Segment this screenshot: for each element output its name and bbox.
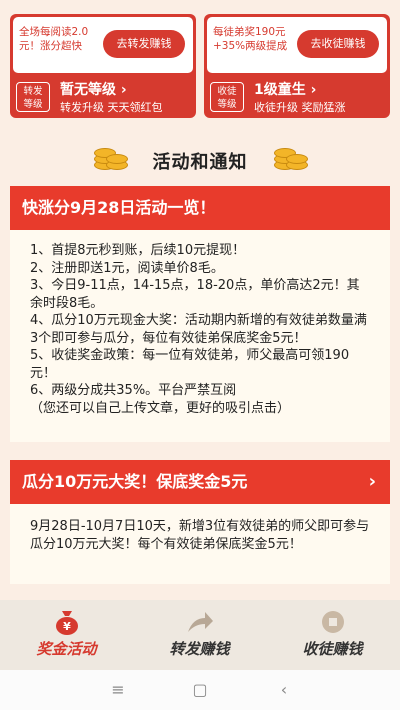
activity-line: 1、首提8元秒到账，后续10元提现！ bbox=[30, 243, 246, 258]
activity-line: 5、收徒奖金政策：每一位有效徒弟，师父最高可领190元！ bbox=[30, 348, 350, 381]
section-heading: 活动和通知 bbox=[0, 140, 400, 176]
tab-label: 奖金活动 bbox=[36, 640, 97, 658]
activity-line: 4、瓜分10万元现金大奖：活动期内新增的有效徒弟数量满3个即可参与瓜分，每位有效… bbox=[30, 313, 367, 346]
go-share-button[interactable]: 去转发赚钱 bbox=[103, 30, 185, 58]
activity-line: 6、两级分成共35%。平台严禁互阅 bbox=[30, 383, 237, 398]
tab-bonus-activity[interactable]: ¥ 奖金活动 bbox=[0, 600, 133, 670]
prize-header[interactable]: 瓜分10万元大奖！保底奖金5元 › bbox=[10, 460, 390, 504]
money-bag-icon: ¥ bbox=[52, 608, 82, 636]
recruit-level-badge: 收徒 等级 bbox=[210, 82, 244, 112]
recruit-level-subtitle: 收徒升级 奖励猛涨 bbox=[254, 101, 346, 114]
system-nav-bar: ≡ ▢ ‹ bbox=[0, 670, 400, 710]
recruit-promo-inner: 每徒弟奖190元+35%两级提成 去收徒赚钱 bbox=[207, 17, 387, 73]
share-level-badge: 转发 等级 bbox=[16, 82, 50, 112]
back-icon[interactable]: ‹ bbox=[274, 680, 294, 700]
share-level-title[interactable]: 暂无等级 › bbox=[60, 79, 127, 99]
share-promo-card[interactable]: 全场每阅读2.0元！涨分超快 去转发赚钱 转发 等级 暂无等级 › 转发升级 天… bbox=[10, 14, 196, 118]
recruit-badge-label: 收徒 等级 bbox=[217, 86, 237, 110]
tab-recruit-earn[interactable]: 收徒赚钱 bbox=[266, 600, 399, 670]
activity-card: 快涨分9月28日活动一览！ 1、首提8元秒到账，后续10元提现！ 2、注册即送1… bbox=[10, 186, 390, 442]
menu-icon[interactable]: ≡ bbox=[108, 680, 128, 700]
recruit-promo-text: 每徒弟奖190元+35%两级提成 bbox=[213, 26, 288, 52]
tab-share-earn[interactable]: 转发赚钱 bbox=[133, 600, 266, 670]
promo-cards-row: 全场每阅读2.0元！涨分超快 去转发赚钱 转发 等级 暂无等级 › 转发升级 天… bbox=[0, 0, 400, 128]
prize-body: 9月28日-10月7日10天，新增3位有效徒弟的师父即可参与瓜分10万元大奖！每… bbox=[10, 504, 390, 584]
chevron-right-icon: › bbox=[368, 471, 376, 492]
recruit-promo-card[interactable]: 每徒弟奖190元+35%两级提成 去收徒赚钱 收徒 等级 1级童生 › 收徒升级… bbox=[204, 14, 390, 118]
recruit-level-title[interactable]: 1级童生 › bbox=[254, 79, 316, 99]
activity-body: 1、首提8元秒到账，后续10元提现！ 2、注册即送1元，阅读单价8毛。 3、今日… bbox=[10, 230, 390, 442]
share-promo-inner: 全场每阅读2.0元！涨分超快 去转发赚钱 bbox=[13, 17, 193, 73]
share-level-subtitle: 转发升级 天天领红包 bbox=[60, 101, 163, 114]
prize-card[interactable]: 瓜分10万元大奖！保底奖金5元 › 9月28日-10月7日10天，新增3位有效徒… bbox=[10, 460, 390, 584]
bottom-tab-bar: ¥ 奖金活动 转发赚钱 收徒赚钱 bbox=[0, 600, 400, 670]
go-recruit-button[interactable]: 去收徒赚钱 bbox=[297, 30, 379, 58]
home-icon[interactable]: ▢ bbox=[190, 680, 210, 700]
coin-stack-icon bbox=[272, 144, 308, 172]
coin-icon bbox=[318, 608, 348, 636]
tab-label: 收徒赚钱 bbox=[302, 640, 363, 658]
share-promo-text: 全场每阅读2.0元！涨分超快 bbox=[19, 26, 89, 52]
section-title: 活动和通知 bbox=[152, 152, 248, 173]
share-badge-label: 转发 等级 bbox=[23, 86, 43, 110]
activity-line: （您还可以自己上传文章，更好的吸引点击） bbox=[30, 400, 291, 416]
activity-line: 2、注册即送1元，阅读单价8毛。 bbox=[30, 260, 224, 276]
activity-line: 3、今日9-11点，14-15点，18-20点，单价高达2元！其余时段8毛。 bbox=[30, 278, 360, 311]
activity-title: 快涨分9月28日活动一览！ bbox=[10, 186, 390, 230]
svg-text:¥: ¥ bbox=[63, 620, 71, 633]
prize-title: 瓜分10万元大奖！保底奖金5元 bbox=[22, 472, 248, 491]
share-arrow-icon bbox=[185, 608, 215, 636]
tab-label: 转发赚钱 bbox=[169, 640, 230, 658]
